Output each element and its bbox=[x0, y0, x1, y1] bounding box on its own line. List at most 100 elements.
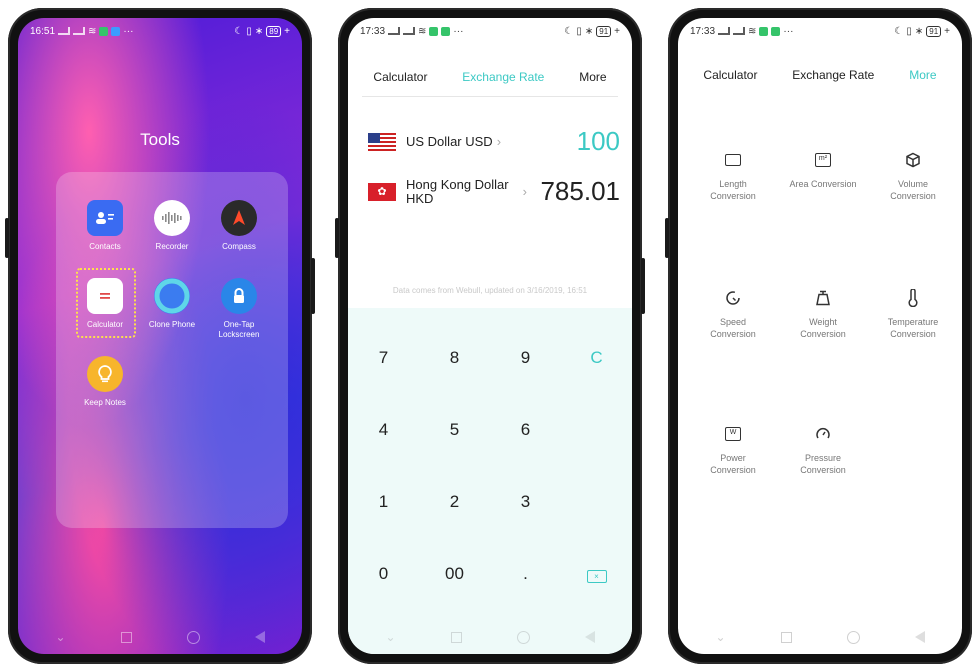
phone-exchange-rate: 17:33 ≋ ··· ☾ ▯ ∗ 91 + Calculator Exchan… bbox=[335, 8, 645, 664]
key-00[interactable]: 00 bbox=[419, 564, 490, 584]
home-button[interactable] bbox=[516, 630, 530, 644]
app-lockscreen[interactable]: One-Tap Lockscreen bbox=[204, 278, 274, 340]
vibrate-icon: ▯ bbox=[576, 25, 582, 37]
unit-label-line1: Area Conversion bbox=[789, 179, 857, 189]
tab-more[interactable]: More bbox=[909, 68, 936, 82]
weight-conversion[interactable]: Weight Conversion bbox=[778, 288, 868, 340]
status-bar: 17:33 ≋ ··· ☾ ▯ ∗ 91 + bbox=[678, 18, 962, 44]
temperature-conversion[interactable]: Temperature Conversion bbox=[868, 288, 958, 340]
power-button bbox=[641, 258, 645, 314]
tab-exchange-rate[interactable]: Exchange Rate bbox=[462, 70, 544, 84]
key-0[interactable]: 0 bbox=[348, 564, 419, 584]
key-4[interactable]: 4 bbox=[348, 420, 419, 440]
unit-label-line1: Pressure bbox=[804, 453, 841, 463]
back-button[interactable] bbox=[914, 631, 925, 643]
status-time: 17:33 bbox=[360, 25, 386, 37]
bulb-icon bbox=[87, 356, 123, 392]
home-screen: 16:51 ≋ ··· ☾ ▯ ∗ 89 + Tools Contacts Re… bbox=[18, 18, 302, 654]
speed-conversion[interactable]: Speed Conversion bbox=[688, 288, 778, 340]
clear-button[interactable]: C bbox=[561, 348, 632, 368]
status-bar: 17:33 ≋ ··· ☾ ▯ ∗ 91 + bbox=[348, 18, 632, 44]
app-label: Recorder bbox=[155, 242, 189, 251]
app-contacts[interactable]: Contacts bbox=[70, 200, 140, 252]
from-currency-name[interactable]: US Dollar USD bbox=[406, 134, 493, 149]
notification-icon bbox=[429, 26, 439, 36]
to-currency-value[interactable]: 785.01 bbox=[540, 176, 620, 207]
app-label: Keep Notes bbox=[84, 398, 126, 407]
tab-bar: Calculator Exchange Rate More bbox=[348, 70, 632, 84]
area-conversion[interactable]: m² Area Conversion bbox=[778, 150, 868, 190]
chevron-down-icon[interactable]: ⌄ bbox=[715, 630, 725, 644]
key-3[interactable]: 3 bbox=[490, 492, 561, 512]
unit-label-line2: Conversion bbox=[800, 465, 846, 475]
tab-divider bbox=[362, 96, 618, 97]
hk-flag-icon: ✿ bbox=[368, 182, 396, 201]
app-compass[interactable]: Compass bbox=[204, 200, 274, 252]
app-label: Contacts bbox=[89, 242, 121, 251]
recorder-icon bbox=[154, 200, 190, 236]
key-7[interactable]: 7 bbox=[348, 348, 419, 368]
unit-label-line1: Speed bbox=[719, 317, 747, 327]
wifi-icon: ≋ bbox=[748, 25, 757, 37]
data-source-note: Data comes from Webull, updated on 3/16/… bbox=[392, 286, 588, 295]
to-currency-name-line1: Hong Kong Dollar bbox=[406, 176, 509, 192]
unit-label-line1: Volume bbox=[897, 179, 929, 189]
home-button[interactable] bbox=[186, 630, 200, 644]
key-6[interactable]: 6 bbox=[490, 420, 561, 440]
from-currency-row[interactable]: US Dollar USD › 100 bbox=[368, 126, 620, 157]
ruler-icon bbox=[723, 150, 743, 170]
volume-conversion[interactable]: Volume Conversion bbox=[868, 150, 958, 202]
pressure-conversion[interactable]: Pressure Conversion bbox=[778, 424, 868, 476]
vibrate-icon: ▯ bbox=[246, 25, 252, 37]
weight-icon bbox=[813, 288, 833, 308]
key-9[interactable]: 9 bbox=[490, 348, 561, 368]
recents-button[interactable] bbox=[450, 631, 462, 643]
back-button[interactable] bbox=[584, 631, 595, 643]
notification-icon bbox=[111, 26, 121, 36]
unit-label-line2: Conversion bbox=[710, 329, 756, 339]
key-decimal[interactable]: . bbox=[490, 564, 561, 584]
exchange-rate-screen: 17:33 ≋ ··· ☾ ▯ ∗ 91 + Calculator Exchan… bbox=[348, 18, 632, 654]
tab-more[interactable]: More bbox=[579, 70, 606, 84]
app-label: One-Tap Lockscreen bbox=[218, 320, 260, 339]
volume-button bbox=[335, 218, 339, 258]
status-time: 16:51 bbox=[30, 25, 56, 37]
key-2[interactable]: 2 bbox=[419, 492, 490, 512]
tab-calculator[interactable]: Calculator bbox=[373, 70, 427, 84]
unit-label-line1: Power bbox=[720, 453, 746, 463]
empty-key bbox=[561, 492, 632, 512]
backspace-button[interactable]: × bbox=[561, 564, 632, 584]
more-icon: ··· bbox=[453, 25, 464, 37]
to-currency-row[interactable]: ✿ Hong Kong Dollar HKD › 785.01 bbox=[368, 176, 620, 207]
unit-label-line2: Conversion bbox=[710, 465, 756, 475]
recents-button[interactable] bbox=[120, 631, 132, 643]
folder-title: Tools bbox=[140, 130, 180, 149]
bluetooth-icon: ∗ bbox=[254, 25, 264, 37]
notification-icon bbox=[441, 26, 451, 36]
app-label: Compass bbox=[222, 242, 256, 251]
folder-panel: Contacts Recorder Compass Calculator Clo… bbox=[56, 172, 288, 528]
tab-calculator[interactable]: Calculator bbox=[703, 68, 757, 82]
back-button[interactable] bbox=[254, 631, 265, 643]
key-1[interactable]: 1 bbox=[348, 492, 419, 512]
status-bar: 16:51 ≋ ··· ☾ ▯ ∗ 89 + bbox=[18, 18, 302, 44]
unit-label-line1: Length bbox=[719, 179, 747, 189]
app-calculator[interactable]: Calculator bbox=[70, 278, 140, 330]
app-label: Clone Phone bbox=[148, 320, 196, 329]
phone-unit-conversion: 17:33 ≋ ··· ☾ ▯ ∗ 91 + Calculator Exchan… bbox=[665, 8, 972, 664]
app-recorder[interactable]: Recorder bbox=[137, 200, 207, 252]
tab-exchange-rate[interactable]: Exchange Rate bbox=[792, 68, 874, 82]
from-currency-value[interactable]: 100 bbox=[577, 126, 620, 157]
app-keep-notes[interactable]: Keep Notes bbox=[70, 356, 140, 408]
key-5[interactable]: 5 bbox=[419, 420, 490, 440]
app-clone-phone[interactable]: Clone Phone bbox=[137, 278, 207, 330]
to-currency-name[interactable]: Hong Kong Dollar HKD bbox=[406, 176, 509, 206]
key-8[interactable]: 8 bbox=[419, 348, 490, 368]
gauge-icon bbox=[813, 424, 833, 444]
home-button[interactable] bbox=[846, 630, 860, 644]
power-conversion[interactable]: W Power Conversion bbox=[688, 424, 778, 476]
length-conversion[interactable]: Length Conversion bbox=[688, 150, 778, 202]
recents-button[interactable] bbox=[780, 631, 792, 643]
chevron-down-icon[interactable]: ⌄ bbox=[385, 630, 395, 644]
chevron-down-icon[interactable]: ⌄ bbox=[55, 630, 65, 644]
